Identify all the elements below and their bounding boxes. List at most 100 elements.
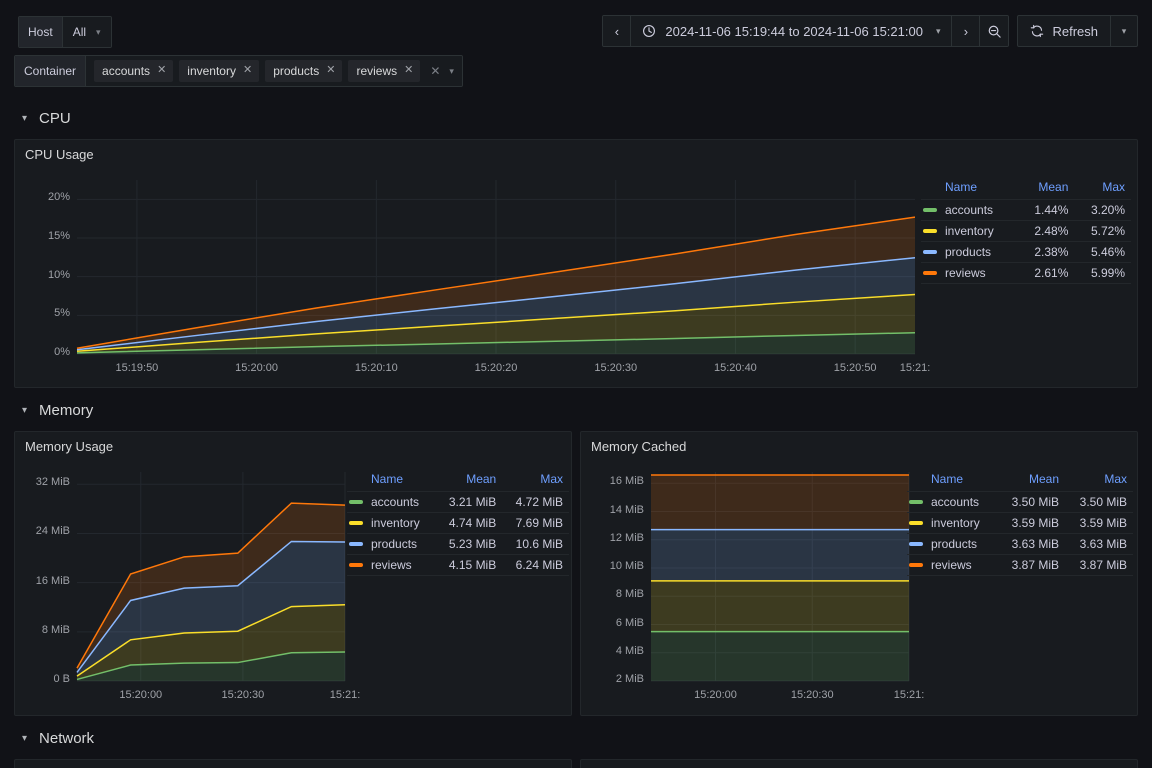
refresh-button[interactable]: Refresh: [1018, 16, 1111, 46]
panel-title: CPU Usage: [25, 147, 94, 162]
legend-row[interactable]: reviews 4.15 MiB 6.24 MiB: [347, 554, 569, 576]
legend-max-value: 5.46%: [1074, 241, 1131, 263]
refresh-icon: [1030, 24, 1044, 38]
x-axis-tick-label: 15:20:30: [790, 689, 834, 701]
time-shift-forward-button[interactable]: ›: [952, 16, 981, 46]
chevron-down-icon: ▾: [22, 112, 28, 124]
close-icon[interactable]: ✕: [404, 65, 413, 76]
time-shift-back-button[interactable]: ‹: [603, 16, 632, 46]
container-pill-products[interactable]: products ✕: [265, 60, 343, 82]
cpu_usage-plot-area: [76, 180, 915, 355]
legend-series-name[interactable]: inventory: [921, 220, 1018, 242]
legend-max-value: 3.50 MiB: [1065, 491, 1133, 513]
series-area-inventory: [651, 580, 909, 632]
row-header-cpu[interactable]: ▾ CPU: [22, 106, 71, 130]
legend-color-swatch: [349, 500, 363, 504]
legend-series-name[interactable]: accounts: [347, 491, 436, 513]
y-axis-tick-label: 8 MiB: [615, 588, 644, 601]
close-icon[interactable]: ✕: [430, 64, 440, 78]
container-pill-accounts[interactable]: accounts ✕: [94, 60, 174, 82]
legend-series-name[interactable]: products: [921, 241, 1018, 263]
dashboard-toolbar: Host All ▾ Container accounts ✕ inventor…: [0, 0, 1152, 88]
y-axis-tick-label: 32 MiB: [35, 476, 70, 489]
refresh-label: Refresh: [1052, 23, 1098, 39]
legend-series-name[interactable]: reviews: [347, 554, 436, 576]
legend-series-name[interactable]: reviews: [921, 262, 1018, 284]
legend-max-value: 6.24 MiB: [502, 554, 569, 576]
time-range-picker[interactable]: 2024-11-06 15:19:44 to 2024-11-06 15:21:…: [631, 16, 953, 46]
chevron-down-icon: ▾: [96, 26, 101, 37]
row-header-memory[interactable]: ▾ Memory: [22, 398, 93, 422]
legend-mean-value: 3.87 MiB: [997, 554, 1066, 576]
close-icon[interactable]: ✕: [243, 65, 252, 76]
x-axis-tick-label: 15:20:20: [474, 362, 518, 374]
y-axis-tick-label: 5%: [54, 307, 70, 320]
panel-network-left: [14, 759, 572, 768]
legend-series-name[interactable]: accounts: [921, 199, 1018, 221]
legend-row[interactable]: accounts 3.50 MiB 3.50 MiB: [907, 491, 1133, 513]
host-variable-label: Host: [19, 17, 63, 47]
x-axis-tick-label: 15:21:: [899, 362, 931, 374]
host-variable-value: All: [72, 25, 87, 39]
row-title: Network: [39, 729, 95, 747]
legend-color-swatch: [909, 521, 923, 525]
legend-max-value: 5.72%: [1074, 220, 1131, 242]
legend-row[interactable]: products 5.23 MiB 10.6 MiB: [347, 533, 569, 555]
legend-series-name[interactable]: reviews: [907, 554, 998, 576]
legend-series-name[interactable]: products: [907, 533, 998, 555]
legend-header-name: Name: [907, 470, 998, 492]
time-controls: ‹ 2024-11-06 15:19:44 to 2024-11-06 15:2…: [602, 15, 1138, 47]
container-pill-reviews[interactable]: reviews ✕: [348, 60, 421, 82]
close-icon[interactable]: ✕: [157, 65, 166, 76]
chevron-down-icon[interactable]: ▾: [449, 66, 454, 77]
legend-color-swatch: [909, 542, 923, 546]
legend-max-value: 3.59 MiB: [1065, 512, 1133, 534]
zoom-out-icon[interactable]: [980, 16, 1009, 46]
legend-series-name[interactable]: products: [347, 533, 436, 555]
legend-row[interactable]: inventory 3.59 MiB 3.59 MiB: [907, 512, 1133, 534]
refresh-interval-dropdown[interactable]: ▾: [1111, 16, 1137, 46]
chevron-down-icon: ▾: [22, 404, 28, 416]
legend-mean-value: 3.50 MiB: [997, 491, 1066, 513]
legend-header-max: Max: [1065, 470, 1133, 492]
legend-row[interactable]: products 3.63 MiB 3.63 MiB: [907, 533, 1133, 555]
x-axis-tick-label: 15:20:00: [119, 689, 163, 701]
legend-row[interactable]: reviews 2.61% 5.99%: [921, 262, 1131, 284]
container-pill-inventory[interactable]: inventory ✕: [179, 60, 260, 82]
legend-row[interactable]: reviews 3.87 MiB 3.87 MiB: [907, 554, 1133, 576]
panel-cpu-usage: CPU Usage 0% 5% 10% 15% 20% 15:19:50 15:20:00 1…: [14, 139, 1138, 388]
row-header-network[interactable]: ▾ Network: [22, 726, 94, 750]
series-area-accounts: [651, 631, 909, 681]
x-axis-tick-label: 15:20:00: [694, 689, 737, 701]
legend-series-name[interactable]: inventory: [347, 512, 436, 534]
legend-series-name[interactable]: inventory: [907, 512, 998, 534]
legend-max-value: 3.63 MiB: [1065, 533, 1133, 555]
legend-header-mean: Mean: [1017, 178, 1075, 200]
x-axis-tick-label: 15:20:00: [235, 362, 278, 374]
legend-mean-value: 3.21 MiB: [435, 491, 503, 513]
legend-row[interactable]: inventory 2.48% 5.72%: [921, 220, 1131, 242]
memory-usage-chart[interactable]: 0 B 8 MiB 16 MiB 24 MiB 32 MiB 15:20:00 15:20:…: [15, 458, 360, 715]
legend-series-name[interactable]: accounts: [907, 491, 998, 513]
x-axis-tick-label: 15:20:30: [594, 362, 638, 374]
legend-row[interactable]: accounts 3.21 MiB 4.72 MiB: [347, 491, 569, 513]
legend-mean-value: 2.38%: [1017, 241, 1075, 263]
y-axis-tick-label: 0 B: [53, 673, 70, 685]
legend-row[interactable]: inventory 4.74 MiB 7.69 MiB: [347, 512, 569, 534]
row-title: Memory: [39, 401, 94, 419]
container-variable-select[interactable]: accounts ✕ inventory ✕ products ✕ review…: [86, 56, 462, 86]
memory-usage-legend: Name Mean Max accounts 3.21 MiB 4.72 MiB inven…: [347, 470, 569, 576]
legend-header-name: Name: [347, 470, 436, 492]
panel-memory-usage: Memory Usage 0 B 8 MiB 16 MiB 24 MiB 32 MiB 1…: [14, 431, 572, 716]
legend-row[interactable]: accounts 1.44% 3.20%: [921, 199, 1131, 221]
chevron-down-icon: ▾: [22, 732, 28, 744]
host-variable-select[interactable]: All ▾: [62, 17, 111, 47]
memory-cached-chart[interactable]: 2 MiB 4 MiB 6 MiB 8 MiB 10 MiB 12 MiB 14 MiB 16…: [581, 458, 924, 715]
x-axis-tick-label: 15:19:50: [115, 362, 159, 374]
container-pill-label: reviews: [356, 63, 398, 78]
container-clear-all[interactable]: ✕ ▾: [426, 64, 454, 78]
cpu-usage-chart[interactable]: 0% 5% 10% 15% 20% 15:19:50 15:20:00 15:20:10 15:…: [15, 166, 930, 388]
close-icon[interactable]: ✕: [326, 65, 335, 76]
container-pill-label: accounts: [102, 63, 151, 78]
legend-row[interactable]: products 2.38% 5.46%: [921, 241, 1131, 263]
